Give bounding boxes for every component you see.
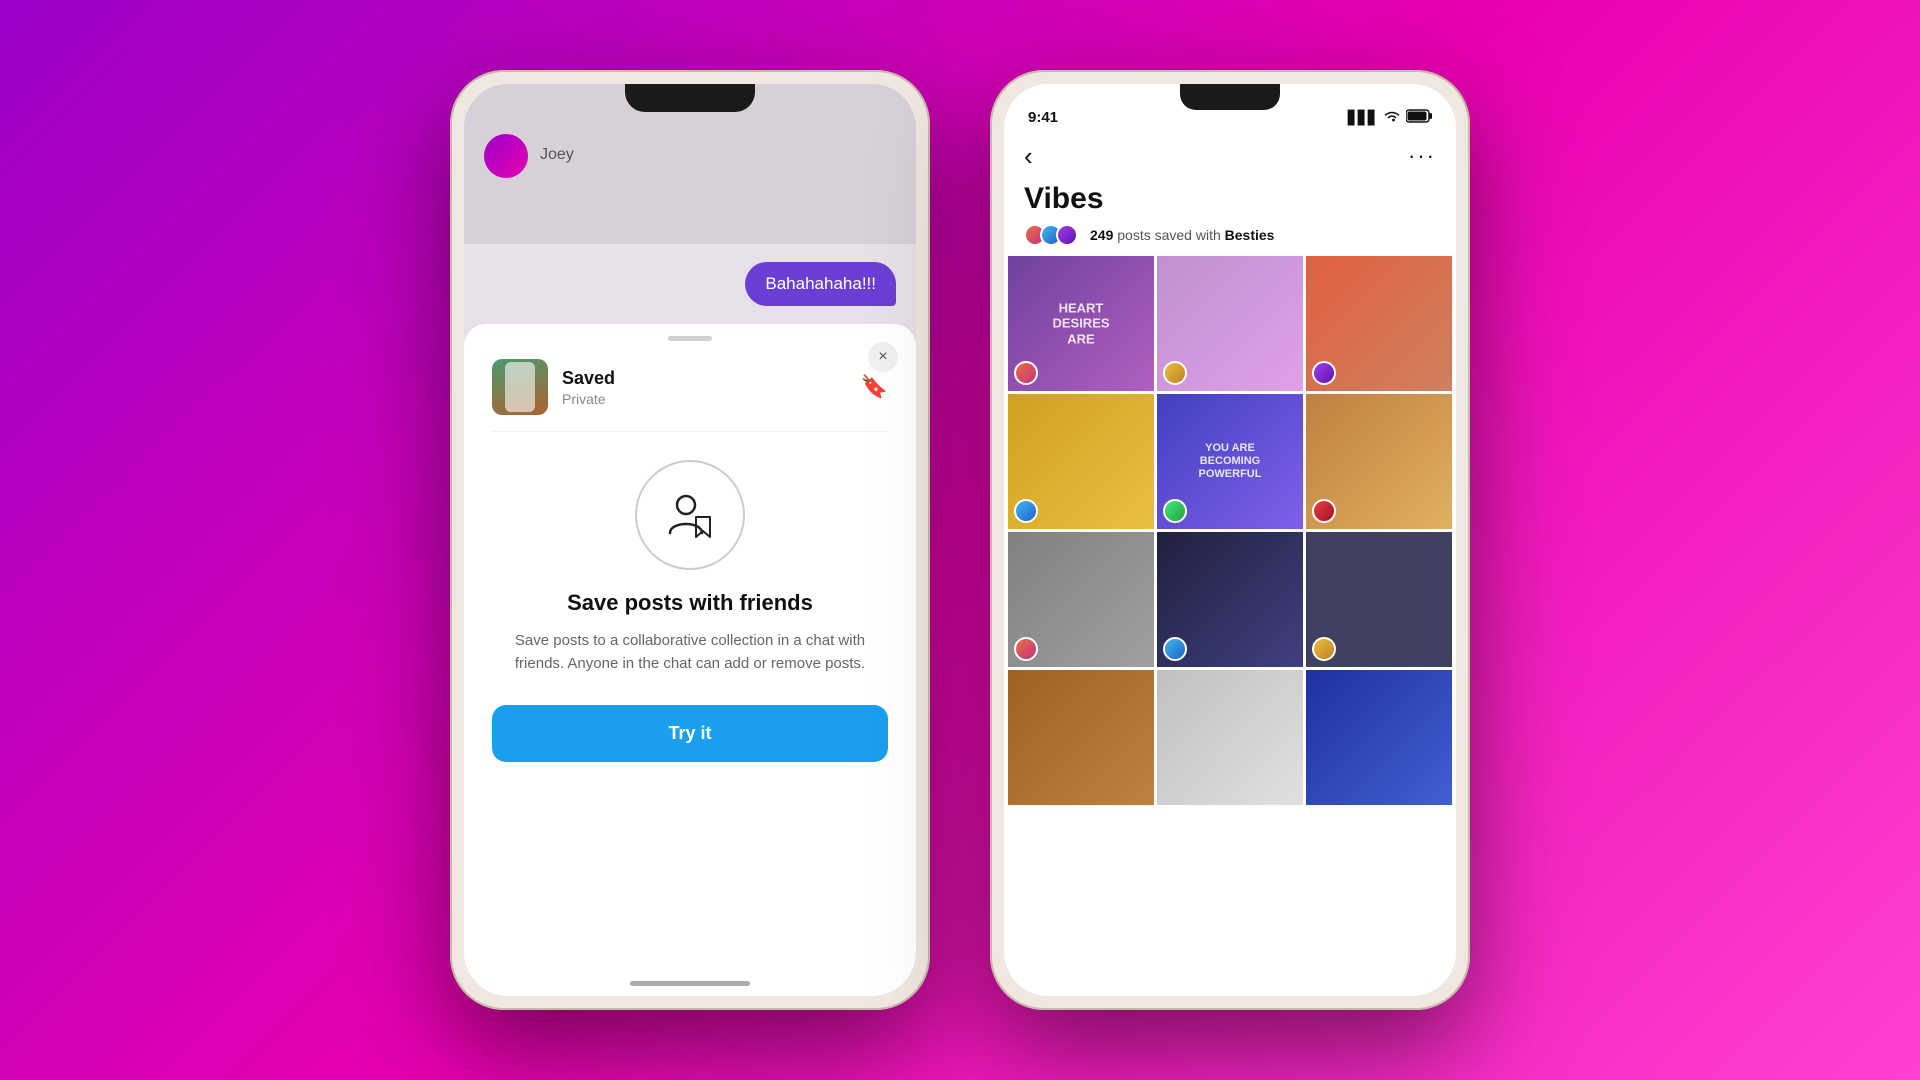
more-button[interactable]: ··· — [1408, 143, 1436, 169]
modal-description: Save posts to a collaborative collection… — [492, 630, 888, 675]
grid-text-5: YOU AREBECOMINGPOWERFUL — [1199, 442, 1262, 482]
status-time: 9:41 — [1028, 109, 1058, 126]
home-indicator-left — [630, 981, 750, 986]
chat-contact-name: Joey — [540, 146, 574, 164]
avatar-stack — [1024, 224, 1072, 246]
vibes-title: Vibes — [1024, 182, 1436, 216]
saved-thumb-bg — [492, 359, 548, 415]
chat-bubble-wrap: Bahahahaha!!! — [464, 244, 916, 324]
grid-avatar-9 — [1312, 637, 1336, 661]
bookmark-icon: 🔖 — [861, 374, 888, 400]
modal-heading: Save posts with friends — [567, 590, 813, 616]
grid-avatar-4 — [1014, 499, 1038, 523]
grid-cell-11 — [1157, 670, 1303, 805]
grid-cell-10 — [1008, 670, 1154, 805]
wifi-icon — [1384, 110, 1400, 125]
grid-cell-3 — [1306, 256, 1452, 391]
phone-right: 9:41 ▋▋▋ ‹ ··· Vibes — [990, 70, 1470, 1010]
grid-cell-8 — [1157, 532, 1303, 667]
grid-cell-7 — [1008, 532, 1154, 667]
post-count: 249 — [1090, 227, 1113, 243]
grid-cell-5: YOU AREBECOMINGPOWERFUL — [1157, 394, 1303, 529]
saved-title: Saved — [562, 368, 847, 389]
signal-icon: ▋▋▋ — [1348, 110, 1378, 126]
grid-avatar-2 — [1163, 361, 1187, 385]
grid-cell-1: HEARTDESIRESARE — [1008, 256, 1154, 391]
right-screen: 9:41 ▋▋▋ ‹ ··· Vibes — [1004, 84, 1456, 996]
try-it-button[interactable]: Try it — [492, 705, 888, 762]
save-with-friends-icon — [660, 485, 720, 545]
grid-avatar-6 — [1312, 499, 1336, 523]
vibes-meta: 249 posts saved with Besties — [1024, 224, 1436, 246]
photo-grid: HEARTDESIRESARE YOU AREBECOMINGPOWERFUL — [1004, 256, 1456, 996]
grid-cell-12 — [1306, 670, 1452, 805]
modal-sheet: Saved Private 🔖 × — [464, 324, 916, 996]
group-name: Besties — [1225, 227, 1275, 243]
posts-label: posts saved with — [1117, 227, 1224, 243]
notch-right — [1180, 84, 1280, 110]
grid-cell-2 — [1157, 256, 1303, 391]
back-button[interactable]: ‹ — [1024, 141, 1033, 172]
saved-info: Saved Private — [562, 368, 847, 407]
chat-bubble: Bahahahaha!!! — [745, 262, 896, 306]
meta-avatar-3 — [1056, 224, 1078, 246]
left-screen: Joey Bahahahaha!!! Saved Priva — [464, 84, 916, 996]
right-content: 9:41 ▋▋▋ ‹ ··· Vibes — [1004, 84, 1456, 996]
grid-avatar-8 — [1163, 637, 1187, 661]
grid-avatar-7 — [1014, 637, 1038, 661]
vibes-count: 249 posts saved with Besties — [1090, 227, 1274, 243]
phone-left: Joey Bahahahaha!!! Saved Priva — [450, 70, 930, 1010]
saved-header: Saved Private 🔖 — [492, 341, 888, 432]
saved-subtitle: Private — [562, 391, 847, 407]
vibes-header: Vibes 249 posts saved with Besties — [1004, 178, 1456, 256]
grid-cell-9 — [1306, 532, 1452, 667]
grid-text-1: HEARTDESIRESARE — [1052, 300, 1109, 347]
chat-avatar — [484, 134, 528, 178]
battery-icon — [1406, 109, 1432, 126]
feature-icon-wrap — [635, 460, 745, 570]
grid-avatar-3 — [1312, 361, 1336, 385]
close-button[interactable]: × — [868, 342, 898, 372]
saved-thumbnail — [492, 359, 548, 415]
grid-cell-6 — [1306, 394, 1452, 529]
vibes-nav: ‹ ··· — [1004, 130, 1456, 178]
status-icons: ▋▋▋ — [1348, 109, 1432, 126]
grid-avatar-5 — [1163, 499, 1187, 523]
grid-avatar-1 — [1014, 361, 1038, 385]
notch-left — [625, 84, 755, 112]
saved-thumb-figure — [505, 362, 535, 412]
left-content: Joey Bahahahaha!!! Saved Priva — [464, 84, 916, 996]
grid-cell-4 — [1008, 394, 1154, 529]
